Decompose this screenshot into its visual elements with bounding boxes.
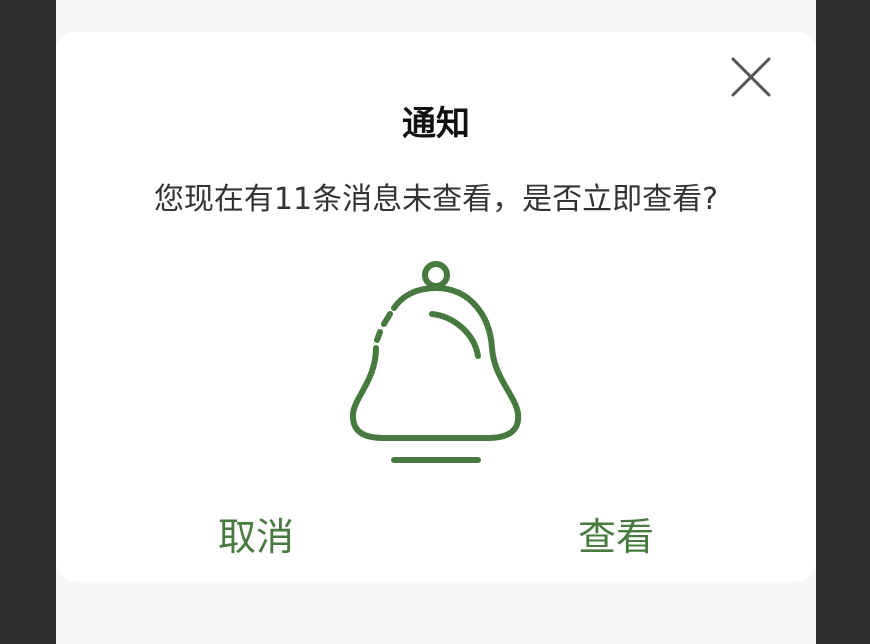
close-button[interactable] xyxy=(726,52,776,102)
bell-icon xyxy=(349,261,522,463)
cancel-button[interactable]: 取消 xyxy=(156,510,356,564)
close-icon xyxy=(731,57,771,97)
dialog-title: 通知 xyxy=(402,104,470,144)
bell-illustration xyxy=(344,256,528,468)
dialog-message: 您现在有11条消息未查看，是否立即查看? xyxy=(153,182,719,217)
view-button[interactable]: 查看 xyxy=(516,510,716,564)
notification-dialog: 通知 您现在有11条消息未查看，是否立即查看? 取消 查看 xyxy=(56,32,816,582)
